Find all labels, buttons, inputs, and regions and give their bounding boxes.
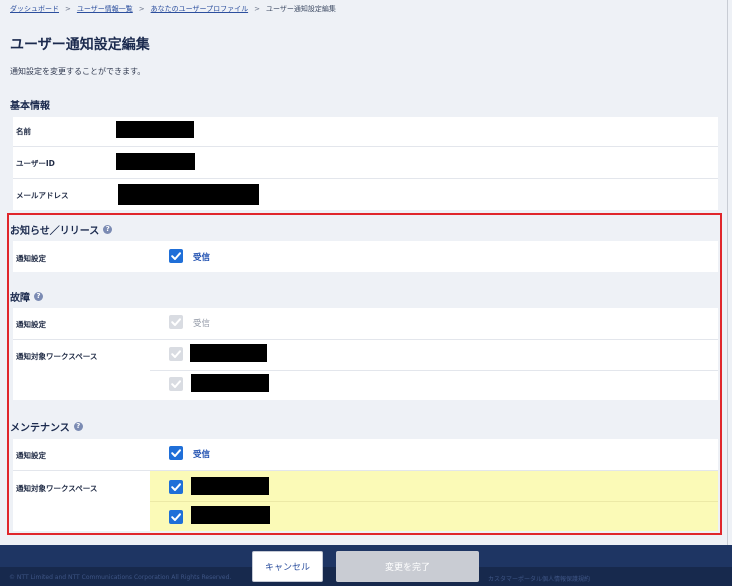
breadcrumb: ダッシュボード > ユーザー情報一覧 > あなたのユーザープロファイル > ユー…: [10, 4, 336, 14]
user-id-label: ユーザーID: [16, 159, 55, 168]
user-id-value-redacted: [116, 153, 195, 170]
breadcrumb-user-list[interactable]: ユーザー情報一覧: [77, 4, 133, 14]
breadcrumb-dashboard[interactable]: ダッシュボード: [10, 4, 59, 14]
email-label: メールアドレス: [16, 191, 69, 200]
breadcrumb-current: ユーザー通知設定編集: [265, 5, 336, 13]
complete-change-button[interactable]: 変更を完了: [336, 551, 479, 582]
page-description: 通知設定を変更することができます。: [10, 67, 146, 76]
divider: [13, 178, 718, 179]
basic-info-title: 基本情報: [10, 97, 50, 112]
cancel-button[interactable]: キャンセル: [252, 551, 323, 582]
privacy-policy-link[interactable]: カスタマーポータル個人情報保護規約: [488, 574, 590, 583]
breadcrumb-separator: >: [138, 5, 145, 13]
breadcrumb-my-profile[interactable]: あなたのユーザープロファイル: [151, 4, 248, 14]
email-value-redacted: [118, 184, 259, 205]
breadcrumb-separator: >: [65, 5, 71, 13]
copyright: © NTT Limited and NTT Communications Cor…: [9, 574, 232, 581]
basic-info-title-text: 基本情報: [10, 101, 50, 112]
breadcrumb-separator: >: [254, 5, 260, 13]
name-value-redacted: [116, 121, 194, 138]
page-title: ユーザー通知設定編集: [10, 37, 150, 53]
divider: [13, 146, 718, 147]
content-edge: [727, 0, 728, 545]
annotation-highlight-frame: [7, 213, 722, 535]
name-label: 名前: [16, 127, 31, 136]
